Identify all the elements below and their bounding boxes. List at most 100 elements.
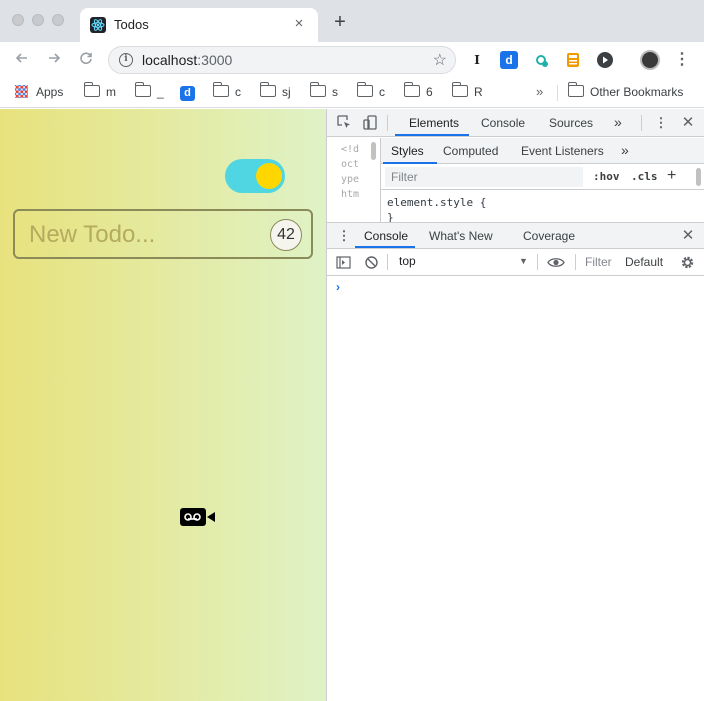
tab-elements[interactable]: Elements xyxy=(409,116,459,130)
tab-console[interactable]: Console xyxy=(481,116,525,130)
log-levels-dropdown[interactable]: Default xyxy=(625,255,663,269)
close-drawer-icon[interactable]: ✕ xyxy=(680,228,696,244)
bookmarks-bar: Apps m _ d c sj s c 6 R » Other Bookmark… xyxy=(0,78,704,108)
bookmark-apps[interactable]: Apps xyxy=(15,85,63,101)
close-icon[interactable]: × xyxy=(290,15,308,32)
zoom-window-button[interactable] xyxy=(52,14,64,26)
divider xyxy=(575,254,576,270)
tab-event-listeners[interactable]: Event Listeners xyxy=(521,144,604,158)
browser-toolbar: i localhost:3000 ☆ I d ⋮ xyxy=(0,42,704,78)
styles-scrollbar[interactable] xyxy=(696,168,701,186)
class-toggle-button[interactable]: .cls xyxy=(631,170,658,183)
chrome-menu-icon[interactable]: ⋮ xyxy=(672,50,692,70)
hover-state-button[interactable]: :hov xyxy=(593,170,620,183)
close-window-button[interactable] xyxy=(12,14,24,26)
new-todo-input[interactable] xyxy=(29,221,259,249)
forward-arrow-icon[interactable] xyxy=(44,50,64,70)
dom-tree[interactable]: <!d oct ype htm html xyxy=(327,138,379,250)
dict-extension-icon[interactable]: d xyxy=(500,51,518,69)
bookmark-folder[interactable]: s xyxy=(309,82,338,101)
bookmarks-overflow-button[interactable]: » xyxy=(536,84,543,99)
back-arrow-icon[interactable] xyxy=(12,50,32,70)
reload-icon[interactable] xyxy=(76,50,96,70)
chevron-down-icon[interactable]: ▼ xyxy=(519,256,528,266)
gear-icon[interactable] xyxy=(680,255,695,270)
close-devtools-icon[interactable]: ✕ xyxy=(680,115,696,131)
divider xyxy=(387,254,388,270)
drawer-tabbar: ⋮ Console What's New Coverage ✕ xyxy=(327,222,704,249)
calculator-extension-icon[interactable] xyxy=(564,51,582,69)
dom-snippet: <!d oct ype htm xyxy=(341,144,360,200)
play-extension-icon[interactable] xyxy=(596,51,614,69)
toggle-knob xyxy=(256,163,282,189)
folder-icon xyxy=(259,82,276,97)
element-style-rule[interactable]: element.style { } xyxy=(387,195,486,225)
tab-strip: Todos × + xyxy=(0,0,704,42)
bookmark-folder[interactable]: c xyxy=(356,82,385,101)
address-bar[interactable]: i localhost:3000 ☆ xyxy=(108,46,456,74)
divider xyxy=(641,115,642,131)
video-recorder-icon[interactable] xyxy=(180,508,216,526)
bookmark-folder[interactable]: 6 xyxy=(403,82,433,101)
bookmark-folder[interactable]: sj xyxy=(259,82,291,101)
tab-title: Todos xyxy=(114,17,149,32)
clear-console-icon[interactable] xyxy=(364,255,379,270)
bookmark-folder[interactable]: _ xyxy=(134,82,164,101)
folder-icon xyxy=(451,82,468,97)
styles-tabbar: Styles Computed Event Listeners » xyxy=(381,138,704,164)
active-tab-indicator xyxy=(355,246,415,248)
drawer-tab-console[interactable]: Console xyxy=(364,229,408,243)
bookmark-folder[interactable]: R xyxy=(451,82,483,101)
new-style-rule-button[interactable]: + xyxy=(667,167,676,185)
react-icon xyxy=(90,17,106,33)
more-tabs-button[interactable]: » xyxy=(614,114,622,130)
dict-icon: d xyxy=(180,86,195,101)
inspect-element-icon[interactable] xyxy=(336,115,352,131)
info-icon[interactable]: i xyxy=(119,53,133,67)
bookmark-dict[interactable]: d xyxy=(180,85,195,101)
new-todo-box: 42 xyxy=(13,209,313,259)
active-tab-indicator xyxy=(395,134,469,136)
console-prompt[interactable]: › xyxy=(336,280,340,294)
page-viewport: 42 xyxy=(0,109,326,701)
new-tab-button[interactable]: + xyxy=(330,12,350,32)
folder-icon xyxy=(403,82,420,97)
theme-toggle[interactable] xyxy=(225,159,285,193)
divider xyxy=(557,85,558,101)
url-text: localhost:3000 xyxy=(142,52,233,68)
other-bookmarks[interactable]: Other Bookmarks xyxy=(567,82,683,101)
console-output[interactable]: › xyxy=(327,276,704,701)
eye-icon[interactable] xyxy=(547,255,565,270)
devtools-tabbar: Elements Console Sources » ⋮ ✕ xyxy=(327,109,704,137)
device-toolbar-icon[interactable] xyxy=(362,115,378,131)
more-panes-button[interactable]: » xyxy=(621,142,629,158)
tab-styles[interactable]: Styles xyxy=(391,144,424,158)
styles-filter-row: :hov .cls + xyxy=(381,164,704,190)
todo-count-badge: 42 xyxy=(270,219,302,251)
instapaper-extension-icon[interactable]: I xyxy=(468,51,486,69)
folder-icon xyxy=(134,82,151,97)
divider xyxy=(537,254,538,270)
minimize-window-button[interactable] xyxy=(32,14,44,26)
console-toolbar: top ▼ Filter Default xyxy=(327,249,704,276)
browser-tab[interactable]: Todos × xyxy=(80,8,318,42)
sidebar-toggle-icon[interactable] xyxy=(336,255,351,270)
drawer-tab-coverage[interactable]: Coverage xyxy=(523,229,575,243)
bookmark-folder[interactable]: c xyxy=(212,82,241,101)
devtools-menu-icon[interactable]: ⋮ xyxy=(653,115,669,131)
bookmark-folder[interactable]: m xyxy=(83,82,116,101)
dom-scrollbar[interactable] xyxy=(371,142,376,160)
folder-icon xyxy=(356,82,373,97)
styles-filter-input[interactable] xyxy=(385,167,583,187)
drawer-menu-icon[interactable]: ⋮ xyxy=(336,228,352,244)
react-devtools-extension-icon[interactable] xyxy=(532,51,550,69)
tab-sources[interactable]: Sources xyxy=(549,116,593,130)
drawer-tab-whats-new[interactable]: What's New xyxy=(429,229,493,243)
bookmark-star-icon[interactable]: ☆ xyxy=(433,50,447,70)
context-select[interactable]: top xyxy=(399,254,416,268)
tab-computed[interactable]: Computed xyxy=(443,144,498,158)
divider xyxy=(387,115,388,131)
devtools-panel: Elements Console Sources » ⋮ ✕ <!d oct y… xyxy=(326,109,704,701)
profile-avatar[interactable] xyxy=(640,50,660,70)
console-filter-input[interactable]: Filter xyxy=(585,255,612,269)
